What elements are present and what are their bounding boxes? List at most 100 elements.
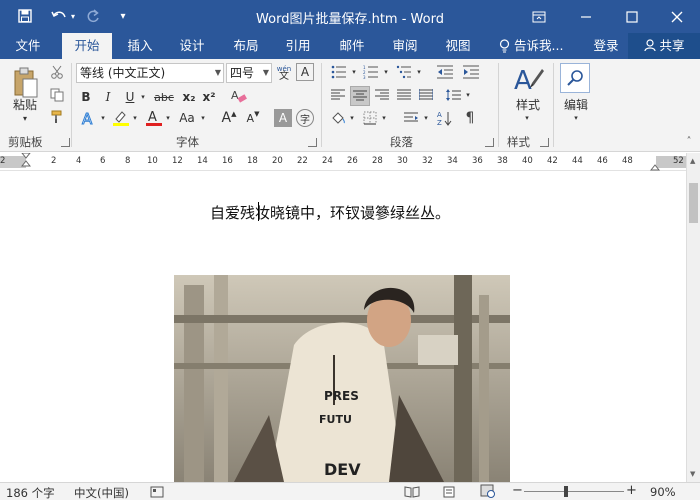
character-border-icon[interactable]: A (296, 63, 314, 81)
change-case-button[interactable]: Aa (176, 108, 198, 128)
find-icon[interactable] (560, 63, 590, 93)
ribbon-display-icon[interactable] (516, 0, 562, 33)
scrollbar-thumb[interactable] (689, 183, 698, 223)
word-count[interactable]: 186 个字 (6, 485, 55, 501)
horizontal-ruler[interactable]: 2 2 4 6 8 10 12 14 16 18 20 22 24 26 28 … (0, 153, 700, 171)
enclose-characters-button[interactable]: 字 (296, 109, 314, 127)
line-spacing-dropdown-icon[interactable]: ▾ (464, 88, 472, 102)
multilevel-list-icon[interactable] (393, 63, 415, 81)
clipboard-launcher-icon[interactable] (61, 138, 70, 147)
text-effects-dropdown-icon[interactable]: ▾ (99, 111, 107, 125)
grow-font-icon[interactable]: A ▲ (220, 108, 238, 128)
bold-button[interactable]: B (78, 88, 94, 106)
language-indicator[interactable]: 中文(中国) (74, 485, 129, 501)
document-text[interactable]: 自爱残妆晓镜中，环钗谩篸绿丝丛。 (210, 202, 450, 223)
multilevel-dropdown-icon[interactable]: ▾ (415, 65, 423, 79)
decrease-indent-icon[interactable] (434, 63, 456, 81)
minimize-icon[interactable] (563, 0, 609, 33)
tell-me-search[interactable]: 告诉我... (514, 33, 568, 59)
login-link[interactable]: 登录 (588, 33, 624, 59)
underline-dropdown-icon[interactable]: ▾ (139, 88, 147, 106)
font-name-select[interactable]: 等线 (中文正文) ▼ (76, 63, 224, 83)
subscript-button[interactable]: x₂ (180, 88, 198, 106)
tab-view[interactable]: 视图 (436, 33, 480, 59)
underline-button[interactable]: U (122, 88, 138, 106)
highlight-icon[interactable] (110, 108, 132, 128)
italic-button[interactable]: I (100, 88, 116, 106)
read-mode-icon[interactable] (404, 486, 420, 501)
font-size-select[interactable]: 四号 ▼ (226, 63, 272, 83)
chinese-layout-dropdown-icon[interactable]: ▾ (422, 111, 430, 125)
print-layout-icon[interactable] (442, 486, 456, 501)
indent-marker-icon[interactable] (21, 153, 31, 171)
format-painter-icon[interactable] (48, 108, 66, 126)
paste-label[interactable]: 粘贴 (8, 95, 42, 113)
styles-label[interactable]: 样式 (506, 95, 550, 113)
tab-file[interactable]: 文件 (0, 33, 56, 59)
align-right-icon[interactable] (372, 86, 392, 104)
bullets-icon[interactable] (328, 63, 350, 81)
sort-icon[interactable]: AZ (434, 108, 456, 128)
bullets-dropdown-icon[interactable]: ▾ (350, 65, 358, 79)
maximize-icon[interactable] (609, 0, 655, 33)
tab-mailings[interactable]: 邮件 (330, 33, 374, 59)
vertical-scrollbar[interactable]: ▲ ▼ (686, 153, 700, 482)
document-page[interactable]: 自爱残妆晓镜中，环钗谩篸绿丝丛。 PRES FUTU DEV (0, 171, 686, 482)
clear-formatting-icon[interactable]: A (228, 86, 250, 106)
collapse-ribbon-icon[interactable]: ˄ (682, 135, 696, 147)
close-icon[interactable] (654, 0, 700, 33)
scroll-up-icon[interactable]: ▲ (690, 157, 695, 165)
superscript-button[interactable]: x² (200, 88, 218, 106)
align-left-icon[interactable] (328, 86, 348, 104)
numbering-dropdown-icon[interactable]: ▾ (382, 65, 390, 79)
tab-insert[interactable]: 插入 (118, 33, 162, 59)
zoom-slider-thumb[interactable] (564, 486, 568, 497)
tab-home[interactable]: 开始 (62, 33, 112, 59)
borders-dropdown-icon[interactable]: ▾ (380, 111, 388, 125)
cut-icon[interactable] (48, 63, 66, 81)
tab-layout[interactable]: 布局 (224, 33, 268, 59)
scroll-down-icon[interactable]: ▼ (690, 470, 695, 478)
increase-indent-icon[interactable] (460, 63, 482, 81)
zoom-slider[interactable] (524, 491, 624, 492)
styles-launcher-icon[interactable] (540, 138, 549, 147)
phonetic-guide-icon[interactable]: wén 文 (274, 63, 294, 83)
zoom-in-button[interactable]: + (626, 483, 637, 498)
align-center-icon[interactable] (350, 86, 370, 106)
highlight-dropdown-icon[interactable]: ▾ (131, 111, 139, 125)
line-spacing-icon[interactable] (442, 86, 464, 104)
editing-label[interactable]: 编辑 (556, 95, 596, 113)
zoom-out-button[interactable]: − (512, 483, 523, 498)
web-layout-icon[interactable] (480, 484, 496, 501)
chinese-layout-icon[interactable] (400, 108, 422, 128)
styles-dropdown-icon[interactable]: ▾ (522, 113, 532, 123)
tab-review[interactable]: 审阅 (383, 33, 427, 59)
shrink-font-icon[interactable]: A ▼ (244, 108, 262, 128)
font-color-dropdown-icon[interactable]: ▾ (164, 111, 172, 125)
justify-icon[interactable] (394, 86, 414, 104)
font-launcher-icon[interactable] (308, 138, 317, 147)
strikethrough-button[interactable]: abc (152, 88, 176, 106)
right-indent-icon[interactable] (650, 163, 660, 171)
zoom-level[interactable]: 90% (650, 485, 676, 499)
distributed-icon[interactable] (416, 86, 436, 104)
paragraph-launcher-icon[interactable] (485, 138, 494, 147)
tab-references[interactable]: 引用 (276, 33, 320, 59)
character-shading-button[interactable]: A (274, 109, 292, 127)
shading-dropdown-icon[interactable]: ▾ (348, 111, 356, 125)
document-photo[interactable]: PRES FUTU DEV (174, 275, 510, 482)
lightbulb-icon[interactable] (496, 33, 512, 59)
font-color-icon[interactable]: A (143, 108, 165, 128)
shading-icon[interactable] (328, 108, 348, 128)
styles-gallery-icon[interactable]: A (510, 61, 546, 97)
editing-dropdown-icon[interactable]: ▾ (571, 113, 581, 123)
paste-dropdown-icon[interactable]: ▾ (20, 113, 30, 123)
tab-design[interactable]: 设计 (170, 33, 214, 59)
numbering-icon[interactable]: 123 (360, 63, 382, 81)
copy-icon[interactable] (48, 86, 66, 104)
change-case-dropdown-icon[interactable]: ▾ (199, 111, 207, 125)
show-marks-icon[interactable]: ¶ (460, 108, 480, 128)
macro-record-icon[interactable] (150, 486, 164, 501)
text-effects-icon[interactable]: A (78, 108, 100, 128)
borders-icon[interactable] (360, 108, 380, 128)
